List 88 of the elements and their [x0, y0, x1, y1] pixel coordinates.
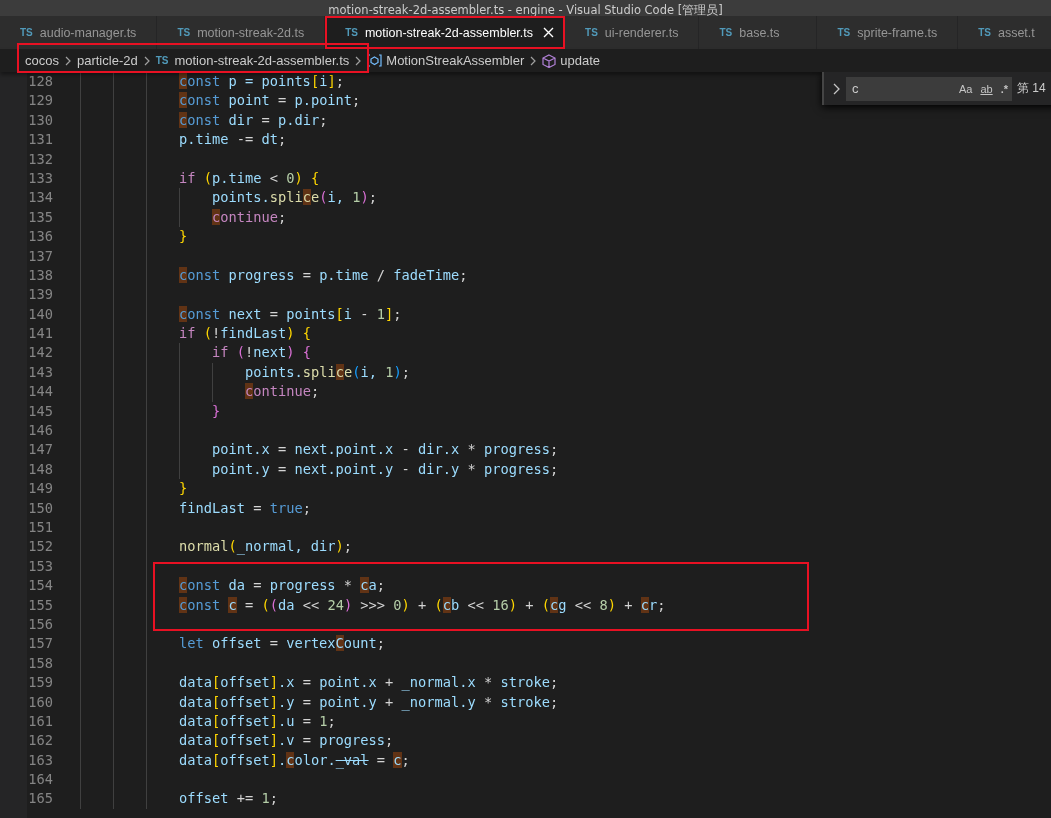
code-line: if (p.time < 0) { [179, 168, 320, 188]
code-line: let offset = vertexCount; [179, 634, 386, 654]
line-number: 150 [27, 498, 54, 518]
code-line: point.y = next.point.y - dir.y * progress; [212, 459, 559, 479]
line-number: 152 [27, 537, 54, 557]
line-number: 140 [27, 304, 54, 324]
line-number: 160 [27, 692, 54, 712]
editor-tab[interactable]: TS sprite-frame.ts [817, 16, 959, 49]
line-number: 151 [27, 518, 54, 537]
line-number: 156 [27, 614, 54, 634]
line-number: 161 [27, 711, 54, 731]
code-line: const dir = p.dir; [179, 110, 328, 130]
find-input[interactable]: c Aa ab .* [846, 76, 1012, 101]
line-number: 129 [27, 91, 54, 111]
line-number: 128 [27, 72, 54, 91]
close-icon [543, 27, 555, 38]
line-number: 155 [27, 595, 54, 615]
line-number: 164 [27, 770, 54, 790]
code-line: data[offset].x = point.x + _normal.x * stroke; [179, 673, 559, 693]
match-case-toggle[interactable]: Aa [958, 82, 973, 95]
line-number: 136 [27, 227, 54, 247]
whole-word-toggle[interactable]: ab [980, 82, 993, 95]
code-line: point.x = next.point.x - dir.x * progress; [212, 440, 559, 460]
breadcrumb-item[interactable]: update [542, 53, 601, 68]
code-line: normal(_normal, dir); [179, 537, 353, 557]
line-number: 135 [27, 207, 54, 227]
code-line: data[offset].u = 1; [179, 711, 336, 731]
code-line: const progress = p.time / fadeTime; [179, 265, 468, 285]
cube-icon [542, 53, 557, 68]
line-number: 138 [27, 265, 54, 285]
line-number: 139 [27, 285, 54, 305]
code-line: if (!findLast) { [179, 324, 311, 344]
code-line: } [212, 401, 221, 421]
line-number: 141 [27, 324, 54, 344]
code-line: points.splice(i, 1); [245, 362, 410, 382]
line-number: 153 [27, 556, 54, 576]
editor-tab[interactable]: TS asset.t [958, 16, 1051, 49]
line-number: 157 [27, 634, 54, 654]
breadcrumb-item[interactable]: particle-2d [76, 53, 138, 68]
field-icon [367, 54, 383, 67]
line-number: 149 [27, 479, 54, 499]
match-count: 第 14 [1017, 80, 1046, 97]
code-line: const c = ((da << 24) >>> 0) + (cb << 16) + (cg << 8) + c r; [179, 595, 666, 615]
breadcrumb-item[interactable]: cocos [25, 53, 59, 68]
line-number: 133 [27, 168, 54, 188]
code-line: points.splice(i, 1); [212, 188, 377, 208]
line-number: 143 [27, 362, 54, 382]
code-line: continue; [212, 207, 287, 227]
line-number: 163 [27, 750, 54, 770]
code-line: findLast = true; [179, 498, 311, 518]
line-number: 147 [27, 440, 54, 460]
code-line: const next = points[i - 1]; [179, 304, 402, 324]
breadcrumb-item[interactable]: MotionStreakAssembler [367, 53, 525, 68]
code-line: data[offset].v = progress; [179, 731, 394, 751]
line-number: 146 [27, 421, 54, 441]
code-line: } [179, 479, 188, 499]
editor-tab[interactable]: TS base.ts [699, 16, 818, 49]
code-line: offset += 1; [179, 789, 278, 809]
line-number: 158 [27, 653, 54, 673]
code-line: const p = points[i]; [179, 72, 344, 91]
editor-tab[interactable]: TS motion-streak-2d-assembler.ts [325, 16, 566, 49]
line-number: 131 [27, 130, 54, 150]
code-line: data[offset].color._val = c; [179, 750, 410, 771]
line-number: 145 [27, 401, 54, 421]
editor-tab[interactable]: TS motion-streak-2d.ts [157, 16, 326, 49]
line-number: 142 [27, 343, 54, 363]
line-number: 148 [27, 459, 54, 479]
code-line: const da = progress * ca; [179, 576, 386, 596]
code-line: } [179, 227, 188, 247]
regex-toggle[interactable]: .* [1000, 82, 1008, 95]
code-line: p.time -= dt; [179, 130, 287, 150]
line-number: 159 [27, 673, 54, 693]
line-number: 137 [27, 246, 54, 266]
window-title: motion-streak-2d-assembler.ts - engine - Visual Studio Code [管理员] [328, 2, 723, 18]
line-number: 144 [27, 382, 54, 402]
code-line: const point = p.point; [179, 91, 361, 111]
code-line: if (!next) { [212, 343, 311, 363]
line-number: 134 [27, 188, 54, 208]
line-number: 154 [27, 576, 54, 596]
breadcrumb-item[interactable]: TS motion-streak-2d-assembler.ts [155, 53, 350, 68]
line-number: 165 [27, 789, 54, 809]
editor-tab[interactable]: TS audio-manager.ts [0, 16, 158, 49]
line-number: 130 [27, 110, 54, 130]
code-line: continue; [245, 382, 320, 402]
code-line: data[offset].y = point.y + _normal.y * stroke; [179, 692, 559, 712]
line-number: 132 [27, 149, 54, 169]
editor-tab[interactable]: TS ui-renderer.ts [565, 16, 700, 49]
line-number: 162 [27, 731, 54, 751]
